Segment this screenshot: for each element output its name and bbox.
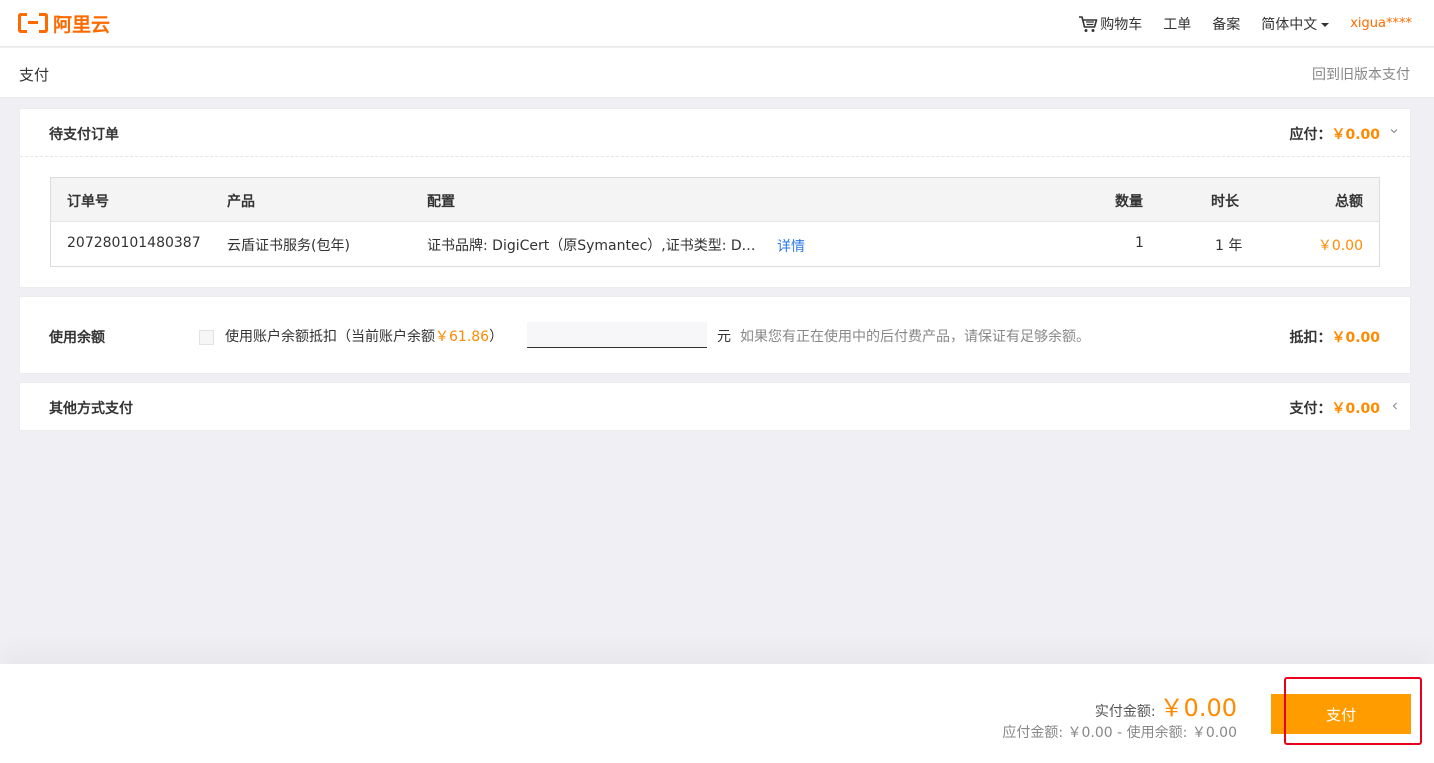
balance-panel: 使用余额 使用账户余额抵扣（当前账户余额￥61.86） 元 如果您有正在使用中的… xyxy=(19,296,1411,374)
payable-label: 应付： xyxy=(1289,127,1332,143)
balance-label-text: 使用账户余额抵扣（当前账户余额 xyxy=(225,329,435,345)
top-nav: 购物车 工单 备案 简体中文 xigua**** xyxy=(1057,0,1412,47)
col-config: 配置 xyxy=(427,194,455,210)
order-config: 证书品牌: DigiCert（原Symantec）,证书类型: DV SSL,域… xyxy=(427,238,757,254)
caret-down-icon xyxy=(1321,22,1330,27)
other-payment-panel[interactable]: 其他方式支付 支付：￥0.00 xyxy=(19,382,1411,431)
user-menu[interactable]: xigua**** xyxy=(1350,16,1412,31)
balance-amount-input[interactable] xyxy=(527,322,707,348)
payable-value: ￥0.00 xyxy=(1331,127,1380,143)
pay-button[interactable]: 支付 xyxy=(1271,694,1411,734)
divider xyxy=(20,156,1410,157)
other-payment-label: 支付： xyxy=(1289,401,1332,417)
unit-label: 元 xyxy=(717,329,731,345)
col-duration: 时长 xyxy=(1211,194,1239,210)
chevron-left-icon[interactable] xyxy=(1392,402,1398,410)
other-payment-amount: 支付：￥0.00 xyxy=(1289,398,1380,418)
cart-link[interactable]: 购物车 xyxy=(1078,14,1142,34)
logo-text: 阿里云 xyxy=(53,13,111,36)
deduct-value: ￥0.00 xyxy=(1331,330,1380,346)
old-version-link[interactable]: 回到旧版本支付 xyxy=(1312,64,1410,84)
table-header: 订单号 产品 配置 数量 时长 总额 xyxy=(51,178,1379,222)
deduct-label: 抵扣： xyxy=(1289,330,1332,346)
use-balance-checkbox[interactable] xyxy=(199,330,214,345)
other-payment-value: ￥0.00 xyxy=(1331,401,1380,417)
order-total: ￥0.00 xyxy=(1317,238,1363,254)
other-payment-title: 其他方式支付 xyxy=(49,401,133,417)
chevron-down-icon[interactable] xyxy=(1390,128,1398,134)
filing-link[interactable]: 备案 xyxy=(1212,14,1240,34)
actual-payment-label: 实付金额: xyxy=(1094,704,1156,720)
payment-breakdown: 应付金额: ￥0.00 - 使用余额: ￥0.00 xyxy=(1002,725,1237,741)
col-order-id: 订单号 xyxy=(67,194,109,210)
order-quantity: 1 xyxy=(1135,235,1144,251)
use-balance-label: 使用账户余额抵扣（当前账户余额￥61.86） xyxy=(225,326,503,346)
payable-amount: 应付：￥0.00 xyxy=(1289,124,1380,144)
current-balance: ￥61.86 xyxy=(435,329,490,345)
actual-payment: 实付金额: ￥0.00 xyxy=(1095,688,1237,723)
page-title: 支付 xyxy=(19,66,50,84)
col-product: 产品 xyxy=(227,194,255,210)
col-quantity: 数量 xyxy=(1115,194,1143,210)
order-table: 订单号 产品 配置 数量 时长 总额 207280101480387 云盾证书服… xyxy=(50,177,1380,267)
actual-payment-value: ￥0.00 xyxy=(1159,694,1237,722)
deduct-amount: 抵扣：￥0.00 xyxy=(1289,327,1380,347)
shopping-cart-icon xyxy=(1079,15,1098,32)
language-selector[interactable]: 简体中文 xyxy=(1261,14,1330,34)
pending-orders-panel: 待支付订单 应付：￥0.00 订单号 产品 配置 数量 时长 总额 207280… xyxy=(19,108,1411,288)
language-label: 简体中文 xyxy=(1261,16,1318,33)
order-detail-link[interactable]: 详情 xyxy=(777,236,805,256)
col-total: 总额 xyxy=(1335,194,1363,210)
cart-label: 购物车 xyxy=(1100,16,1143,33)
balance-hint: 如果您有正在使用中的后付费产品，请保证有足够余额。 xyxy=(740,329,1090,345)
balance-title: 使用余额 xyxy=(49,330,105,346)
top-navbar: 阿里云 购物车 工单 备案 简体中文 xigua**** xyxy=(0,0,1434,47)
aliyun-logo[interactable]: 阿里云 xyxy=(18,11,111,36)
tickets-link[interactable]: 工单 xyxy=(1163,14,1191,34)
pending-orders-title: 待支付订单 xyxy=(49,127,119,143)
balance-label-end: ） xyxy=(489,329,504,345)
payment-footer: 实付金额: ￥0.00 应付金额: ￥0.00 - 使用余额: ￥0.00 支付 xyxy=(0,664,1434,763)
order-duration: 1 年 xyxy=(1215,238,1243,254)
order-id: 207280101480387 xyxy=(67,235,201,251)
order-product: 云盾证书服务(包年) xyxy=(227,238,350,254)
aliyun-logo-icon xyxy=(18,13,48,33)
page-header: 支付 回到旧版本支付 xyxy=(0,48,1434,98)
